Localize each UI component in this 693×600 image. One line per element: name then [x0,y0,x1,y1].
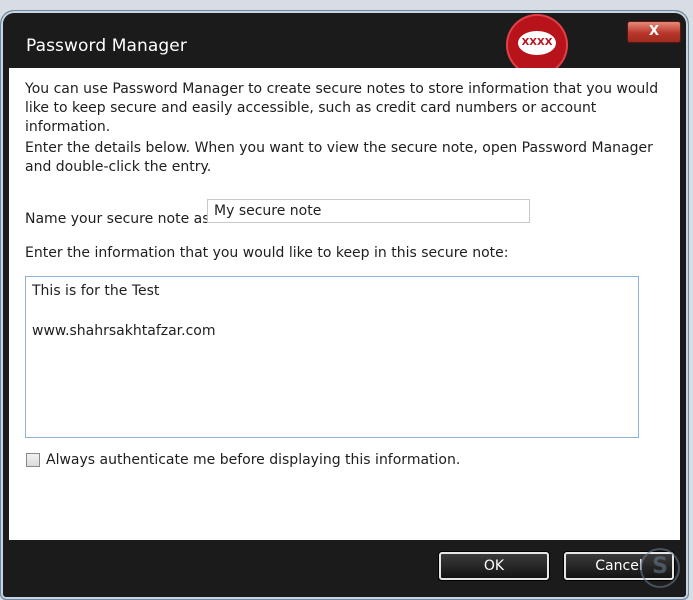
note-name-label: Name your secure note as: [25,211,215,227]
dialog-title: Password Manager [26,36,187,56]
authenticate-checkbox[interactable] [26,453,40,467]
password-manager-dialog: Password Manager XXXX X You can use Pass… [0,10,689,600]
site-logo-icon: S [640,548,680,588]
badge-text: XXXX [518,31,556,55]
dialog-footer: OK Cancel [1,540,688,599]
intro-text: You can use Password Manager to create s… [25,81,659,135]
watermark-badge: XXXX [506,14,568,76]
close-icon: X [648,24,660,39]
dialog-content: You can use Password Manager to create s… [9,68,680,540]
instructions-text: Enter the details below. When you want t… [25,140,653,175]
title-bar[interactable]: Password Manager XXXX X [1,11,688,76]
close-button[interactable]: X [627,21,681,43]
note-name-input[interactable] [207,199,530,223]
note-info-label: Enter the information that you would lik… [25,245,509,261]
ok-button[interactable]: OK [439,552,549,580]
note-text-area[interactable]: This is for the Test www.shahrsakhtafzar… [25,276,639,438]
authenticate-checkbox-label[interactable]: Always authenticate me before displaying… [46,452,460,468]
